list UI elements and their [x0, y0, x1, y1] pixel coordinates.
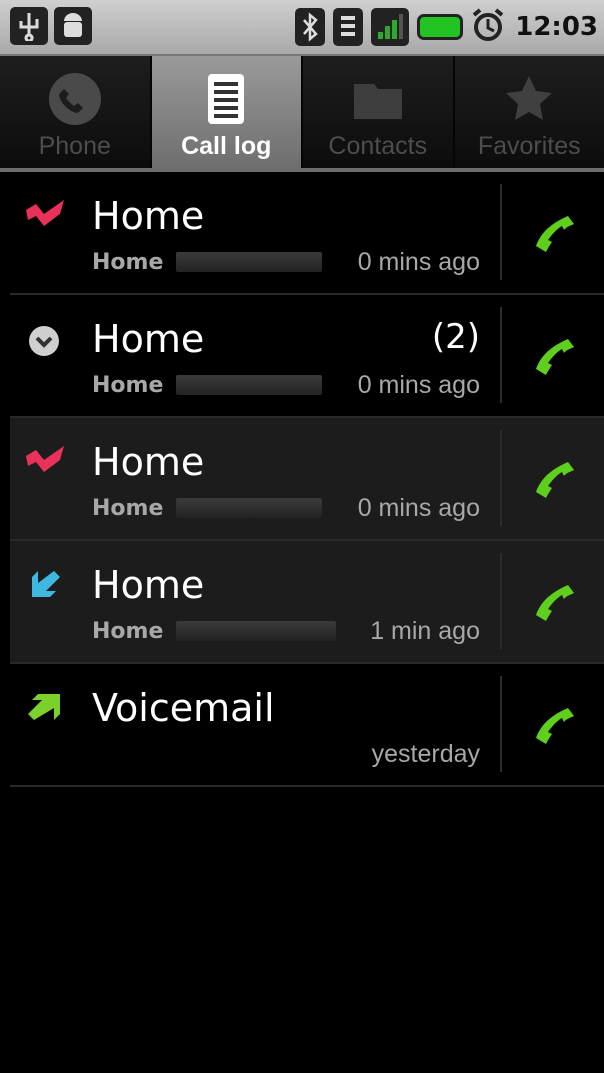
tab-call-log[interactable]: Call log	[151, 56, 303, 168]
call-log-item[interactable]: Voicemail yesterday	[10, 664, 604, 787]
call-time: 0 mins ago	[357, 371, 480, 399]
call-time: yesterday	[371, 740, 480, 768]
call-button-icon[interactable]	[526, 325, 586, 385]
call-log-icon	[208, 74, 245, 124]
redacted-number	[176, 621, 336, 641]
number-type-label: Home	[92, 373, 164, 398]
tab-label: Favorites	[477, 132, 581, 160]
caller-name: Home	[92, 563, 205, 607]
star-icon	[506, 76, 553, 120]
row-divider	[500, 676, 502, 772]
caller-name: Home	[92, 317, 205, 361]
signal-icon	[371, 8, 410, 46]
call-log-item[interactable]: Home Home 0 mins ago	[10, 418, 604, 541]
bluetooth-icon	[295, 8, 326, 46]
outgoing-call-icon	[28, 694, 60, 720]
call-log-item[interactable]: Home (2) Home 0 mins ago	[10, 295, 604, 418]
alarm-icon	[471, 7, 505, 47]
missed-call-icon	[26, 200, 64, 226]
status-clock: 12:03	[515, 12, 598, 42]
tab-contacts[interactable]: Contacts	[303, 56, 455, 168]
contacts-icon	[353, 84, 402, 119]
caller-name: Home	[92, 440, 205, 484]
android-debug-icon	[54, 7, 92, 45]
call-button-icon[interactable]	[526, 694, 586, 754]
row-divider	[500, 430, 502, 526]
tab-label: Contacts	[328, 132, 428, 160]
usb-icon	[10, 7, 48, 45]
call-count: (2)	[431, 317, 480, 357]
redacted-number	[176, 498, 322, 518]
row-divider	[500, 307, 502, 403]
call-log-list: Home Home 0 mins ago Home (2) Home 0 min…	[10, 172, 604, 787]
call-button-icon[interactable]	[526, 202, 586, 262]
call-time: 1 min ago	[370, 617, 480, 645]
missed-call-icon	[26, 446, 64, 472]
call-log-item[interactable]: Home Home 1 min ago	[10, 541, 604, 664]
caller-name: Voicemail	[92, 686, 275, 730]
wifi-icon	[333, 8, 364, 46]
tab-phone[interactable]: Phone	[0, 56, 152, 168]
incoming-call-icon	[32, 571, 60, 597]
call-time: 0 mins ago	[357, 248, 480, 276]
status-bar: 12:03	[0, 0, 604, 56]
caller-name: Home	[92, 194, 205, 238]
battery-icon	[417, 14, 464, 40]
tab-label: Call log	[181, 132, 272, 160]
dialer-tabs: Phone Call log Contacts Favorites	[0, 56, 604, 172]
call-button-icon[interactable]	[526, 571, 586, 631]
call-button-icon[interactable]	[526, 448, 586, 508]
phone-icon	[48, 73, 101, 125]
number-type-label: Home	[92, 250, 164, 275]
redacted-number	[176, 252, 322, 272]
row-divider	[500, 553, 502, 649]
tab-label: Phone	[38, 132, 111, 160]
row-divider	[500, 184, 502, 280]
number-type-label: Home	[92, 496, 164, 521]
call-time: 0 mins ago	[357, 494, 480, 522]
expand-group-icon[interactable]	[24, 319, 68, 357]
redacted-number	[176, 375, 322, 395]
tab-favorites[interactable]: Favorites	[454, 56, 604, 168]
number-type-label: Home	[92, 619, 164, 644]
call-log-item[interactable]: Home Home 0 mins ago	[10, 172, 604, 295]
